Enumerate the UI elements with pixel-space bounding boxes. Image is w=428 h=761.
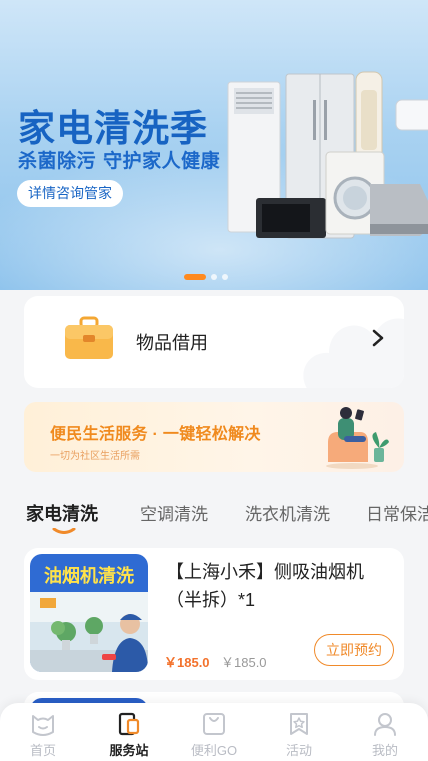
active-tab-indicator xyxy=(52,528,76,534)
nav-profile[interactable]: 我的 xyxy=(350,706,420,758)
shopping-bag-icon xyxy=(203,713,225,735)
home-icon xyxy=(32,715,54,736)
nav-home[interactable]: 首页 xyxy=(8,706,78,758)
tab-daily-cleaning[interactable]: 日常保洁 xyxy=(366,500,428,525)
service-thumbnail: 油烟机清洗 xyxy=(30,554,148,672)
convenience-service-banner[interactable]: 便民生活服务 · 一键轻松解决 一切为社区生活所需 xyxy=(24,402,404,472)
carousel-dot xyxy=(211,274,217,280)
item-borrow-label: 物品借用 xyxy=(136,333,208,353)
nav-label: 服务站 xyxy=(109,743,149,758)
nav-label: 首页 xyxy=(29,743,56,758)
appliances-illustration xyxy=(227,71,428,239)
promo-subtitle: 一切为社区生活所需 xyxy=(50,451,140,462)
nav-activities[interactable]: 活动 xyxy=(264,706,334,758)
nav-service-station[interactable]: 服务站 xyxy=(94,706,164,758)
nav-label: 活动 xyxy=(285,743,312,758)
carousel-dot-active xyxy=(184,274,206,280)
banner-subtitle: 杀菌除污 守护家人健康 xyxy=(18,150,221,172)
service-card[interactable]: 油烟机清洗 【上海小禾】侧吸油烟机（半拆）*1 ￥185.0 ￥185.0 立即… xyxy=(24,548,404,680)
tab-washer-cleaning[interactable]: 洗衣机清洗 xyxy=(245,500,330,525)
service-name: 【上海小禾】侧吸油烟机（半拆）*1 xyxy=(166,562,364,610)
service-price: ￥185.0 xyxy=(164,655,210,670)
book-now-button[interactable]: 立即预约 xyxy=(314,634,394,666)
service-category-tabs: 家电清洗 空调清洗 洗衣机清洗 日常保洁 xyxy=(0,494,428,538)
item-borrow-card[interactable]: 物品借用 xyxy=(24,296,404,388)
toolbox-icon xyxy=(65,316,113,359)
bottom-navigation: 首页 服务站 便利GO 活动 我的 xyxy=(0,703,428,761)
chevron-right-icon[interactable] xyxy=(368,326,388,350)
person-on-sofa-illustration xyxy=(326,407,389,469)
nav-convenience-go[interactable]: 便利GO xyxy=(179,706,249,758)
tab-ac-cleaning[interactable]: 空调清洗 xyxy=(140,500,208,525)
carousel-indicator xyxy=(184,274,228,280)
carousel-dot xyxy=(222,274,228,280)
nav-label: 便利GO xyxy=(190,743,238,758)
tab-appliance-cleaning[interactable]: 家电清洗 xyxy=(26,500,98,526)
thumbnail-title: 油烟机清洗 xyxy=(44,566,134,586)
banner-consult-button[interactable]: 详情咨询管家 xyxy=(17,180,123,207)
service-station-icon xyxy=(118,712,140,736)
cleaning-worker-photo xyxy=(30,592,148,672)
service-original-price: ￥185.0 xyxy=(221,655,267,670)
promo-banner-carousel[interactable]: 家电清洗季 杀菌除污 守护家人健康 详情咨询管家 xyxy=(0,0,428,290)
banner-title: 家电清洗季 xyxy=(18,107,208,150)
promo-title: 便民生活服务 · 一键轻松解决 xyxy=(50,426,261,443)
user-icon xyxy=(374,713,396,736)
activity-star-icon xyxy=(290,713,308,735)
nav-label: 我的 xyxy=(371,743,398,758)
